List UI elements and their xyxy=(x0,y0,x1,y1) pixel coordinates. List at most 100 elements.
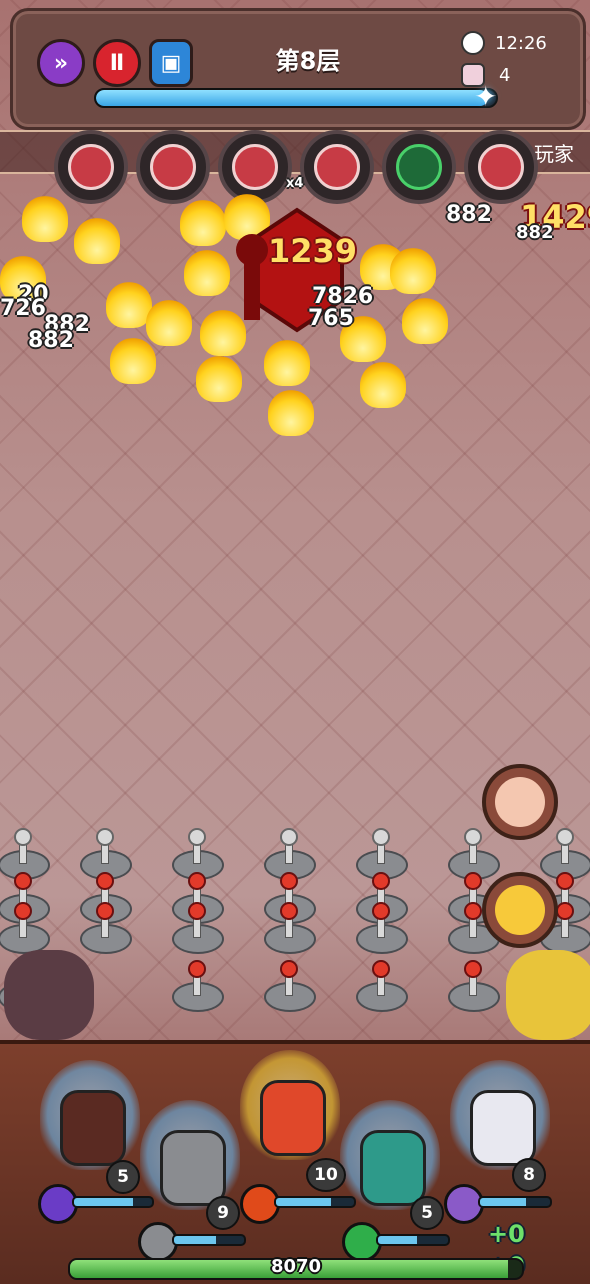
elf-portrait-token[interactable] xyxy=(482,764,558,840)
flame-effect xyxy=(264,340,310,386)
turret-knob xyxy=(280,872,298,890)
hero-hp-bar xyxy=(274,1196,356,1208)
flame-effect xyxy=(146,300,192,346)
hero-level-badge: 9 xyxy=(206,1196,240,1230)
turret-knob xyxy=(372,872,390,890)
hero-mage[interactable] xyxy=(40,1060,140,1170)
skill-slot-1[interactable] xyxy=(54,130,128,204)
hero-level-badge: 10 xyxy=(306,1158,346,1192)
turret-pedestal[interactable] xyxy=(444,960,500,1012)
turret-knob xyxy=(280,828,298,846)
timer-text: 12:26 xyxy=(495,32,547,54)
sword-skill-token[interactable] xyxy=(482,872,558,948)
flame-effect xyxy=(268,390,314,436)
turret-knob xyxy=(188,960,206,978)
kill-count: 4 xyxy=(499,64,511,86)
hero-hp-bar xyxy=(172,1234,246,1246)
gold-dragon xyxy=(506,950,590,1040)
turret-knob xyxy=(556,902,574,920)
hero-level-badge: 8 xyxy=(512,1158,546,1192)
turret-knob xyxy=(464,902,482,920)
hero-hp-fill xyxy=(276,1198,331,1206)
wave-progress-fill xyxy=(96,90,488,106)
turret-pedestal[interactable] xyxy=(352,960,408,1012)
hero-hp-fill xyxy=(174,1236,216,1244)
hero-sprite xyxy=(360,1130,426,1206)
turret-knob xyxy=(372,960,390,978)
turret-pedestal[interactable] xyxy=(76,902,132,954)
pause-icon: Ⅱ xyxy=(109,50,125,76)
turret-knob xyxy=(464,960,482,978)
turret-knob xyxy=(464,872,482,890)
turret-knob xyxy=(188,872,206,890)
damage-number: 882 xyxy=(446,202,492,227)
turret-knob xyxy=(96,872,114,890)
fast-forward-icon: » xyxy=(53,50,69,76)
skill-slot-4[interactable] xyxy=(300,130,374,204)
potion-icon xyxy=(314,144,360,190)
dark-dragon xyxy=(4,950,94,1040)
hero-sprite xyxy=(260,1080,326,1156)
skill-slot-3[interactable] xyxy=(218,130,292,204)
flame-effect xyxy=(74,218,120,264)
damage-number: 726 xyxy=(0,296,46,321)
turret-knob xyxy=(464,828,482,846)
hero-sprite xyxy=(160,1130,226,1206)
wave-progress-bar xyxy=(94,88,498,108)
turret-pedestal[interactable] xyxy=(168,902,224,954)
hero-fire[interactable] xyxy=(240,1050,340,1160)
skill-slot-6[interactable] xyxy=(464,130,538,204)
green-swirl-icon xyxy=(396,144,442,190)
clock-icon xyxy=(461,31,485,55)
stack-count: x4 xyxy=(286,176,304,191)
turret-knob xyxy=(14,828,32,846)
hero-hp-bar xyxy=(376,1234,450,1246)
hero-sprite xyxy=(60,1090,126,1166)
timer: 12:26 xyxy=(461,31,547,55)
skill-slot-5[interactable] xyxy=(382,130,456,204)
hero-hp-bar xyxy=(72,1196,154,1208)
flame-effect xyxy=(110,338,156,384)
hero-hp-fill xyxy=(480,1198,526,1206)
turret-pedestal[interactable] xyxy=(0,902,50,954)
turret-knob xyxy=(188,902,206,920)
hero-level-badge: 5 xyxy=(410,1196,444,1230)
heart-up-icon xyxy=(232,144,278,190)
hero-hp-bar xyxy=(478,1196,552,1208)
flame-effect xyxy=(196,356,242,402)
hero-dragon[interactable] xyxy=(340,1100,440,1210)
flame-effect xyxy=(184,250,230,296)
turret-knob xyxy=(14,872,32,890)
flame-effect xyxy=(402,298,448,344)
turret-pedestal[interactable] xyxy=(260,960,316,1012)
hero-golem[interactable] xyxy=(140,1100,240,1210)
turret-knob xyxy=(280,960,298,978)
base-hp-text: 8070 xyxy=(270,1256,322,1277)
card-icon: ▣ xyxy=(160,50,182,76)
player-label: 玩家 xyxy=(534,142,574,166)
turret-knob xyxy=(188,828,206,846)
hero-sage[interactable] xyxy=(450,1060,550,1170)
turret-pedestal[interactable] xyxy=(168,960,224,1012)
sword-icon xyxy=(495,885,545,935)
hero-level-badge: 5 xyxy=(106,1160,140,1194)
hero-hp-fill xyxy=(74,1198,133,1206)
pause-button[interactable]: Ⅱ xyxy=(93,39,141,87)
gain-counter: +0 xyxy=(488,1220,525,1248)
flame-effect xyxy=(180,200,226,246)
turret-pedestal[interactable] xyxy=(352,902,408,954)
elf-face-icon xyxy=(495,777,545,827)
turret-knob xyxy=(96,828,114,846)
turret-knob xyxy=(14,902,32,920)
potion-icon xyxy=(150,144,196,190)
damage-number: 765 xyxy=(308,306,354,331)
turret-pedestal[interactable] xyxy=(260,902,316,954)
potion-icon xyxy=(478,144,524,190)
hero-hp-fill xyxy=(378,1236,417,1244)
potion-icon xyxy=(68,144,114,190)
card-deck-button[interactable]: ▣ xyxy=(149,39,193,87)
top-hud: » Ⅱ ▣ 第8层 12:26 4 xyxy=(10,8,586,130)
floor-title: 第8层 xyxy=(275,47,341,75)
skill-slot-2[interactable] xyxy=(136,130,210,204)
fast-forward-button[interactable]: » xyxy=(37,39,85,87)
